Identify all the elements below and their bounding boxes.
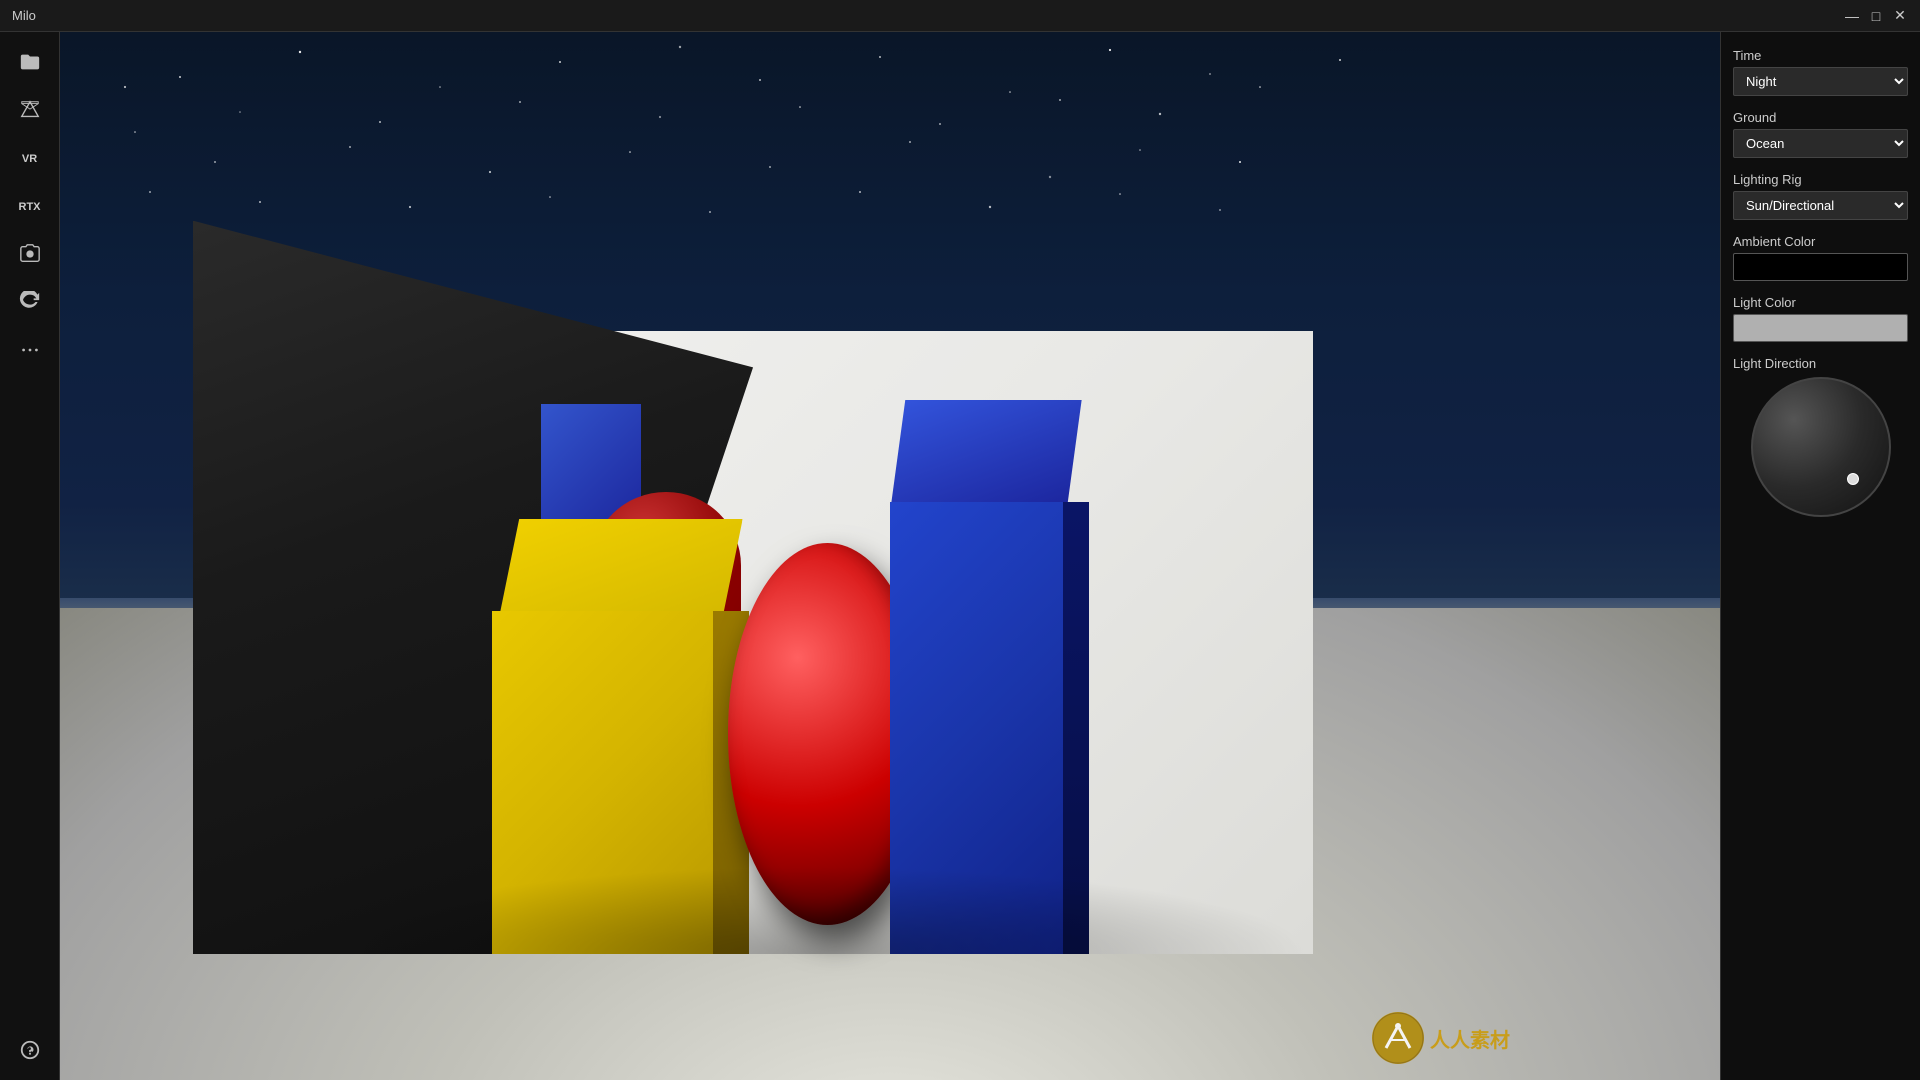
viewport[interactable]: 人人素材 <box>60 32 1720 1080</box>
time-select[interactable]: Night <box>1733 67 1908 96</box>
watermark: 人人素材 <box>1372 1012 1510 1064</box>
refresh-button[interactable] <box>6 280 54 324</box>
more-button[interactable] <box>6 328 54 372</box>
watermark-text: 人人素材 <box>1430 1024 1510 1053</box>
ground-label: Ground <box>1733 110 1908 125</box>
blue-cube <box>890 441 1064 955</box>
yellow-cube <box>492 551 716 954</box>
window-controls: — □ ✕ <box>1844 8 1908 24</box>
time-label: Time <box>1733 48 1908 63</box>
app-title: Milo <box>12 8 36 23</box>
sidebar: VR RTX <box>0 32 60 1080</box>
lighting-rig-row: Lighting Rig Sun/Directional <box>1733 172 1908 220</box>
light-direction-label: Light Direction <box>1733 356 1908 371</box>
ground-select[interactable]: Ocean <box>1733 129 1908 158</box>
help-button[interactable] <box>6 1028 54 1072</box>
close-button[interactable]: ✕ <box>1892 8 1908 24</box>
minimize-button[interactable]: — <box>1844 8 1860 24</box>
right-panel: Time Night Ground Ocean Lighting Rig Sun… <box>1720 32 1920 1080</box>
more-icon <box>19 339 41 361</box>
lighting-rig-select[interactable]: Sun/Directional <box>1733 191 1908 220</box>
scene-button[interactable] <box>6 88 54 132</box>
vr-button[interactable]: VR <box>6 136 54 180</box>
ambient-color-label: Ambient Color <box>1733 234 1908 249</box>
refresh-icon <box>19 291 41 313</box>
rtx-button[interactable]: RTX <box>6 184 54 228</box>
dial-indicator <box>1847 473 1859 485</box>
ambient-color-swatch[interactable] <box>1733 253 1908 281</box>
lighting-rig-label: Lighting Rig <box>1733 172 1908 187</box>
watermark-logo-icon <box>1372 1012 1424 1064</box>
screenshot-icon <box>19 243 41 265</box>
light-color-label: Light Color <box>1733 295 1908 310</box>
scene-icon <box>19 99 41 121</box>
titlebar: Milo — □ ✕ <box>0 0 1920 32</box>
folder-button[interactable] <box>6 40 54 84</box>
maximize-button[interactable]: □ <box>1868 8 1884 24</box>
main-area: VR RTX <box>0 32 1920 1080</box>
blue-cube-front <box>890 502 1064 954</box>
blue-cube-side <box>1063 502 1089 954</box>
rtx-label: RTX <box>19 201 41 213</box>
light-direction-container: Light Direction <box>1733 356 1908 517</box>
ground-row: Ground Ocean <box>1733 110 1908 158</box>
light-direction-dial[interactable] <box>1751 377 1891 517</box>
ambient-color-row: Ambient Color <box>1733 234 1908 281</box>
watermark-logo <box>1372 1012 1424 1064</box>
screenshot-button[interactable] <box>6 232 54 276</box>
light-color-row: Light Color <box>1733 295 1908 342</box>
time-row: Time Night <box>1733 48 1908 96</box>
vr-label: VR <box>22 153 37 165</box>
folder-icon <box>19 51 41 73</box>
help-icon <box>19 1039 41 1061</box>
scene-objects <box>193 221 1438 955</box>
yellow-cube-front <box>492 611 716 954</box>
yellow-cube-top <box>498 519 742 620</box>
light-color-swatch[interactable] <box>1733 314 1908 342</box>
blue-cube-top <box>890 400 1082 513</box>
